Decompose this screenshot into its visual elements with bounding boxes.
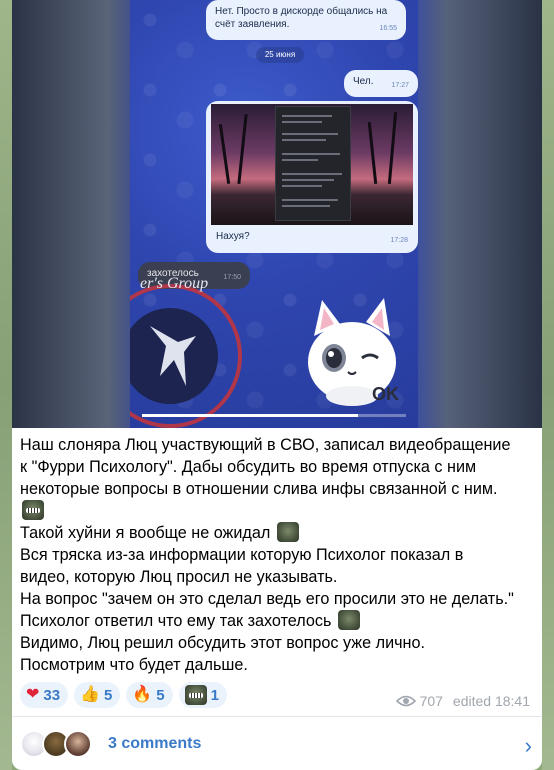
comments-link[interactable]: 3 comments [108, 735, 201, 753]
video-image-message: Нахуя? 17:28 [206, 101, 418, 253]
chat-background-right [542, 0, 554, 770]
eye-icon [395, 695, 416, 707]
post-video[interactable]: Нет. Просто в дискорде общались на счёт … [12, 0, 542, 428]
cat-stare-emoji-icon [337, 610, 360, 630]
video-message-1: Нет. Просто в дискорде общались на счёт … [206, 0, 406, 40]
video-screenshot-chat-panel [275, 106, 351, 221]
comments-row[interactable]: 3 comments › [12, 717, 542, 770]
post-line: некоторые вопросы в отношении слива инфы… [20, 480, 498, 498]
thumbs-up-icon: 👍 [80, 686, 101, 703]
post-line: видео, которую Люц просил не указывать. [20, 568, 338, 586]
commenter-avatars [20, 729, 108, 759]
chat-background-left [0, 0, 12, 770]
reactions-bar: ❤ 33 👍 5 🔥 5 1 [20, 682, 227, 708]
post-line: Вся тряска из-за информации которую Псих… [20, 546, 464, 564]
view-count: 707 [419, 693, 443, 709]
edited-timestamp: edited 18:41 [452, 693, 530, 709]
fire-icon: 🔥 [132, 686, 153, 703]
reaction-heart[interactable]: ❤ 33 [20, 682, 69, 708]
post-line: Видимо, Люц решил обсудить этот вопрос у… [20, 634, 425, 652]
reaction-fire[interactable]: 🔥 5 [126, 682, 173, 708]
reaction-grimace[interactable]: 1 [178, 682, 227, 708]
video-screenshot-image [211, 104, 413, 225]
group-emblem-logo: er's Group [130, 275, 242, 428]
grimace-emoji-icon [184, 685, 207, 705]
heart-icon: ❤ [26, 686, 40, 703]
svg-text:OK: OK [372, 384, 399, 404]
cat-ok-sticker: OK [308, 298, 399, 406]
post-meta: 707 edited 18:41 [395, 693, 530, 709]
post-line [20, 500, 536, 522]
chevron-right-icon[interactable]: › [525, 733, 532, 759]
video-frame-phone-screen: Нет. Просто в дискорде общались на счёт … [130, 0, 418, 428]
post-line: Посмотрим что будет дальше. [20, 656, 248, 674]
reaction-thumbs-up[interactable]: 👍 5 [74, 682, 121, 708]
video-message-2: Чел. 17:27 [344, 70, 418, 97]
channel-post: Нет. Просто в дискорде общались на счёт … [12, 0, 542, 770]
video-progress-bar[interactable] [142, 414, 406, 417]
post-line: Наш слоняра Люц участвующий в СВО, запис… [20, 436, 511, 454]
post-line: На вопрос "зачем он это сделал ведь его … [20, 590, 514, 608]
grimace-emoji-icon [22, 500, 44, 520]
svg-text:er's Group: er's Group [140, 275, 208, 292]
post-line: Такой хуйни я вообще не ожидал [20, 522, 536, 544]
cat-stare-emoji-icon [276, 522, 299, 542]
video-date-chip: 25 июня [256, 47, 304, 63]
post-line: Психолог ответил что ему так захотелось [20, 610, 536, 632]
post-line: к "Фурри Психологу". Дабы обсудить во вр… [20, 458, 477, 476]
avatar [64, 729, 92, 758]
video-progress-fill [142, 414, 359, 417]
post-text: Наш слоняра Люц участвующий в СВО, запис… [20, 434, 536, 676]
